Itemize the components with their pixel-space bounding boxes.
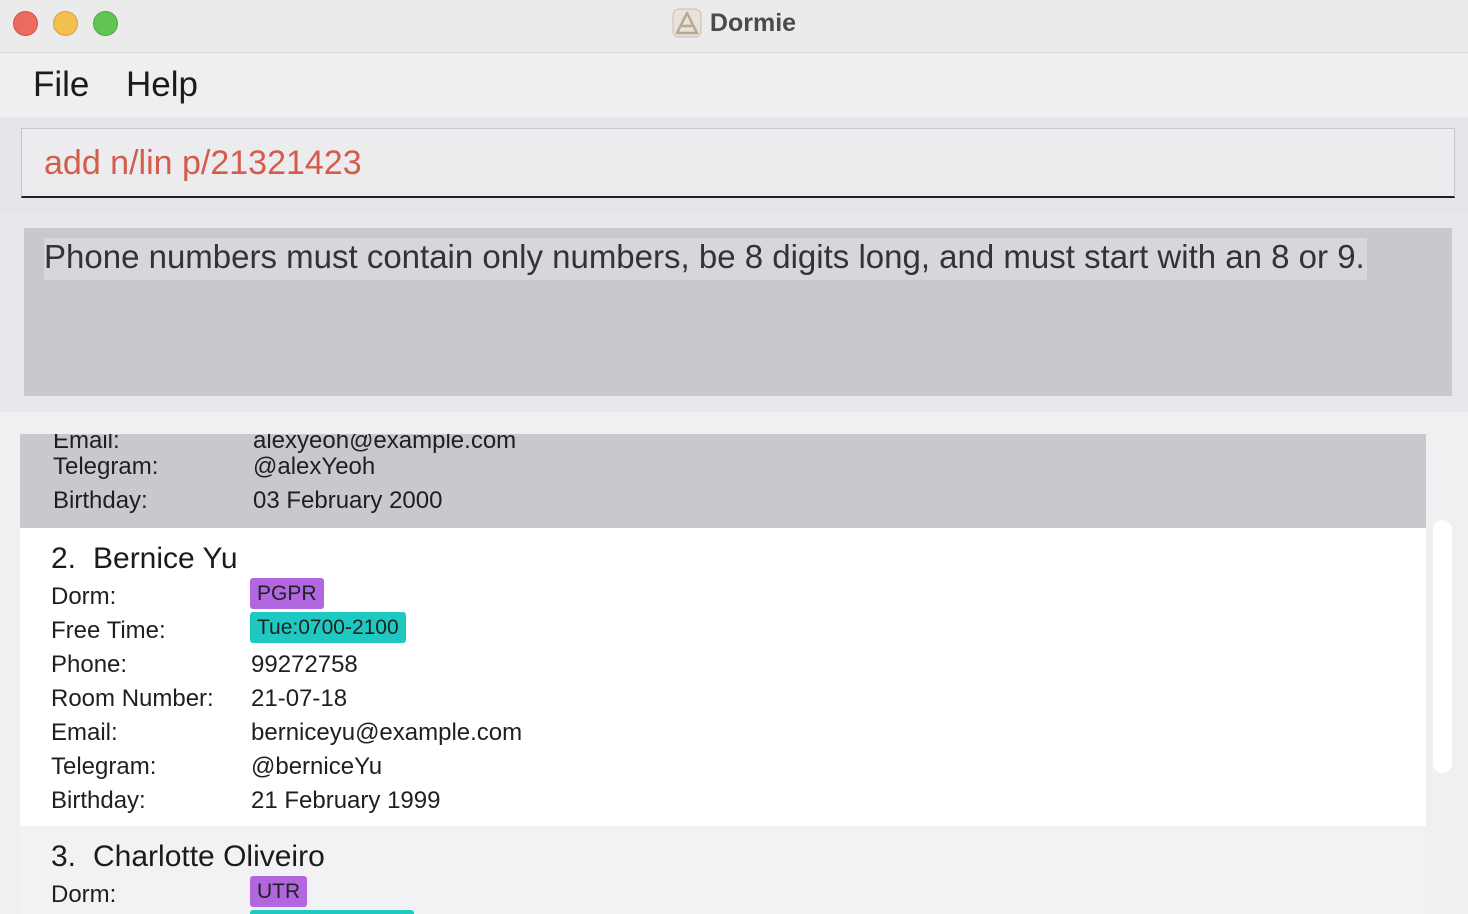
person-card-2[interactable]: 2. Bernice Yu Dorm: PGPR Free Time: Tue:… — [20, 528, 1426, 826]
label-room-number: Room Number: — [51, 685, 214, 712]
result-display[interactable]: Phone numbers must contain only numbers,… — [24, 228, 1452, 396]
person-card-3[interactable]: 3. Charlotte Oliveiro Dorm: UTR — [20, 826, 1426, 914]
window-title-group: Dormie — [0, 0, 1468, 46]
value-phone: 99272758 — [251, 651, 358, 678]
menu-help[interactable]: Help — [126, 65, 198, 105]
dormie-app-icon — [672, 8, 702, 38]
dorm-tag: PGPR — [250, 578, 324, 609]
value-telegram: @berniceYu — [251, 753, 383, 780]
free-time-tag: Tue:0700-2100 — [250, 612, 406, 643]
value-email: berniceyu@example.com — [251, 719, 523, 746]
label-dorm: Dorm: — [51, 583, 117, 610]
person-list-area: Email: alexyeoh@example.com Telegram: @a… — [0, 412, 1468, 914]
free-time-tag — [250, 910, 414, 914]
label-birthday: Birthday: — [51, 787, 146, 814]
menu-bar: File Help — [0, 53, 1468, 117]
person-name: Charlotte Oliveiro — [93, 840, 325, 873]
title-bar: Dormie — [0, 0, 1468, 53]
label-phone: Phone: — [51, 651, 128, 678]
label-free-time: Free Time: — [51, 617, 166, 644]
command-area: add n/lin p/21321423 — [0, 117, 1468, 213]
label-telegram: Telegram: — [51, 753, 157, 780]
list-scrollbar-thumb[interactable] — [1433, 520, 1452, 773]
result-message: Phone numbers must contain only numbers,… — [44, 238, 1367, 280]
label-email: Email: — [51, 719, 118, 746]
menu-file[interactable]: File — [33, 65, 89, 105]
value-birthday: 03 February 2000 — [253, 487, 443, 514]
person-name: Bernice Yu — [93, 542, 238, 575]
window-title: Dormie — [709, 8, 797, 37]
value-telegram: @alexYeoh — [253, 453, 376, 480]
person-index: 3. — [51, 840, 77, 873]
person-list[interactable]: Email: alexyeoh@example.com Telegram: @a… — [20, 434, 1426, 914]
value-room-number: 21-07-18 — [251, 685, 348, 712]
value-birthday: 21 February 1999 — [251, 787, 441, 814]
value-email: alexyeoh@example.com — [253, 434, 517, 454]
person-index: 2. — [51, 542, 77, 575]
command-input-text: add n/lin p/21321423 — [44, 144, 362, 182]
result-area: Phone numbers must contain only numbers,… — [0, 213, 1468, 412]
label-birthday: Birthday: — [53, 487, 148, 514]
label-telegram: Telegram: — [53, 453, 159, 480]
dorm-tag: UTR — [250, 876, 308, 907]
command-input[interactable]: add n/lin p/21321423 — [21, 128, 1455, 198]
label-dorm: Dorm: — [51, 881, 117, 908]
label-email: Email: — [53, 434, 120, 454]
person-card-1[interactable]: Email: alexyeoh@example.com Telegram: @a… — [20, 434, 1426, 528]
